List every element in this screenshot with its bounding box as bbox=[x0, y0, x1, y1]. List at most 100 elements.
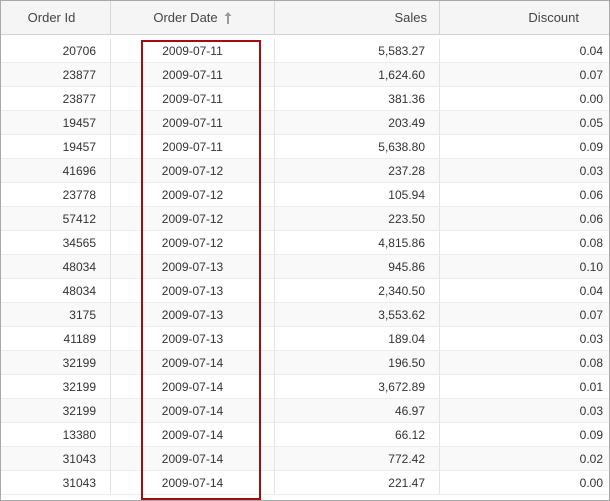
cell-discount: 0.09 bbox=[579, 139, 603, 154]
table-row[interactable]: 32199 2009-07-14 3,672.89 0.01 bbox=[1, 375, 609, 399]
column-header-label: Discount bbox=[528, 10, 579, 25]
cell-discount: 0.03 bbox=[579, 403, 603, 418]
column-header-label: Order Date bbox=[153, 10, 218, 25]
cell-order-date: 2009-07-11 bbox=[111, 111, 275, 134]
table-row[interactable]: 41696 2009-07-12 237.28 0.03 bbox=[1, 159, 609, 183]
table-row[interactable]: 32199 2009-07-14 46.97 0.03 bbox=[1, 399, 609, 423]
table-row[interactable]: 19457 2009-07-11 5,638.80 0.09 bbox=[1, 135, 609, 159]
column-header-order-date[interactable]: Order Date bbox=[111, 1, 275, 34]
cell-discount: 0.04 bbox=[579, 43, 603, 58]
cell-order-date: 2009-07-13 bbox=[111, 279, 275, 302]
cell-discount: 0.07 bbox=[579, 307, 603, 322]
cell-order-date: 2009-07-14 bbox=[111, 423, 275, 446]
cell-sales: 5,638.80 bbox=[275, 135, 440, 158]
sort-ascending-arrow-icon[interactable] bbox=[224, 11, 232, 25]
cell-sales: 203.49 bbox=[275, 111, 440, 134]
table-row[interactable]: 23877 2009-07-11 1,624.60 0.07 bbox=[1, 63, 609, 87]
cell-discount: 0.10 bbox=[579, 259, 603, 274]
cell-order-id: 48034 bbox=[1, 279, 111, 302]
cell-order-id: 41696 bbox=[1, 159, 111, 182]
cell-order-id: 3175 bbox=[1, 303, 111, 326]
column-header-discount[interactable]: Discount bbox=[440, 1, 609, 34]
cell-sales: 5,583.27 bbox=[275, 39, 440, 62]
cell-order-date: 2009-07-14 bbox=[111, 375, 275, 398]
table-row[interactable]: 31043 2009-07-14 772.42 0.02 bbox=[1, 447, 609, 471]
column-header-label: Sales bbox=[394, 10, 427, 25]
cell-order-date: 2009-07-11 bbox=[111, 63, 275, 86]
table-row[interactable]: 57412 2009-07-12 223.50 0.06 bbox=[1, 207, 609, 231]
cell-sales: 1,624.60 bbox=[275, 63, 440, 86]
cell-order-id: 23877 bbox=[1, 63, 111, 86]
cell-discount: 0.02 bbox=[579, 451, 603, 466]
cell-order-id: 32199 bbox=[1, 375, 111, 398]
cell-order-date: 2009-07-14 bbox=[111, 471, 275, 494]
cell-order-id: 19457 bbox=[1, 111, 111, 134]
cell-order-id: 31043 bbox=[1, 447, 111, 470]
cell-sales: 221.47 bbox=[275, 471, 440, 494]
cell-discount: 0.00 bbox=[579, 475, 603, 490]
table-row[interactable]: 32199 2009-07-14 196.50 0.08 bbox=[1, 351, 609, 375]
cell-order-date: 2009-07-11 bbox=[111, 135, 275, 158]
cell-discount: 0.05 bbox=[579, 115, 603, 130]
table-row[interactable]: 48034 2009-07-13 945.86 0.10 bbox=[1, 255, 609, 279]
cell-sales: 945.86 bbox=[275, 255, 440, 278]
cell-order-id: 19457 bbox=[1, 135, 111, 158]
cell-discount: 0.01 bbox=[579, 379, 603, 394]
cell-sales: 196.50 bbox=[275, 351, 440, 374]
table-row[interactable]: 19457 2009-07-11 203.49 0.05 bbox=[1, 111, 609, 135]
cell-sales: 66.12 bbox=[275, 423, 440, 446]
cell-order-id: 57412 bbox=[1, 207, 111, 230]
cell-discount: 0.03 bbox=[579, 163, 603, 178]
cell-order-date: 2009-07-13 bbox=[111, 255, 275, 278]
cell-discount: 0.04 bbox=[579, 283, 603, 298]
cell-discount: 0.08 bbox=[579, 355, 603, 370]
cell-sales: 381.36 bbox=[275, 87, 440, 110]
cell-order-id: 41189 bbox=[1, 327, 111, 350]
cell-order-date: 2009-07-14 bbox=[111, 351, 275, 374]
cell-discount: 0.07 bbox=[579, 67, 603, 82]
cell-sales: 46.97 bbox=[275, 399, 440, 422]
cell-order-date: 2009-07-12 bbox=[111, 207, 275, 230]
table-row[interactable]: 41189 2009-07-13 189.04 0.03 bbox=[1, 327, 609, 351]
cell-order-id: 23877 bbox=[1, 87, 111, 110]
cell-order-id: 34565 bbox=[1, 231, 111, 254]
table-row[interactable]: 23778 2009-07-12 105.94 0.06 bbox=[1, 183, 609, 207]
table-row[interactable]: 34565 2009-07-12 4,815.86 0.08 bbox=[1, 231, 609, 255]
cell-sales: 3,672.89 bbox=[275, 375, 440, 398]
data-grid: Order Id Order Date Sales Discount 20706… bbox=[0, 0, 610, 501]
cell-order-date: 2009-07-12 bbox=[111, 159, 275, 182]
table-row[interactable]: 13380 2009-07-14 66.12 0.09 bbox=[1, 423, 609, 447]
cell-order-date: 2009-07-13 bbox=[111, 327, 275, 350]
cell-order-date: 2009-07-12 bbox=[111, 183, 275, 206]
cell-order-id: 23778 bbox=[1, 183, 111, 206]
cell-order-date: 2009-07-14 bbox=[111, 447, 275, 470]
table-row[interactable]: 23877 2009-07-11 381.36 0.00 bbox=[1, 87, 609, 111]
cell-discount: 0.03 bbox=[579, 331, 603, 346]
cell-discount: 0.08 bbox=[579, 235, 603, 250]
column-header-order-id[interactable]: Order Id bbox=[1, 1, 111, 34]
cell-sales: 4,815.86 bbox=[275, 231, 440, 254]
cell-sales: 105.94 bbox=[275, 183, 440, 206]
cell-sales: 189.04 bbox=[275, 327, 440, 350]
table-row[interactable]: 48034 2009-07-13 2,340.50 0.04 bbox=[1, 279, 609, 303]
grid-header: Order Id Order Date Sales Discount bbox=[1, 1, 609, 35]
cell-discount: 0.00 bbox=[579, 91, 603, 106]
cell-order-id: 32199 bbox=[1, 351, 111, 374]
table-row[interactable]: 3175 2009-07-13 3,553.62 0.07 bbox=[1, 303, 609, 327]
column-header-label: Order Id bbox=[27, 10, 76, 25]
cell-order-id: 32199 bbox=[1, 399, 111, 422]
cell-sales: 3,553.62 bbox=[275, 303, 440, 326]
cell-discount: 0.09 bbox=[579, 427, 603, 442]
cell-order-date: 2009-07-12 bbox=[111, 231, 275, 254]
table-row[interactable]: 31043 2009-07-14 221.47 0.00 bbox=[1, 471, 609, 495]
cell-order-date: 2009-07-11 bbox=[111, 87, 275, 110]
cell-sales: 223.50 bbox=[275, 207, 440, 230]
cell-sales: 2,340.50 bbox=[275, 279, 440, 302]
cell-discount: 0.06 bbox=[579, 211, 603, 226]
cell-order-id: 31043 bbox=[1, 471, 111, 494]
cell-sales: 772.42 bbox=[275, 447, 440, 470]
table-row[interactable]: 20706 2009-07-11 5,583.27 0.04 bbox=[1, 39, 609, 63]
cell-order-id: 20706 bbox=[1, 39, 111, 62]
cell-order-date: 2009-07-13 bbox=[111, 303, 275, 326]
column-header-sales[interactable]: Sales bbox=[275, 1, 440, 34]
